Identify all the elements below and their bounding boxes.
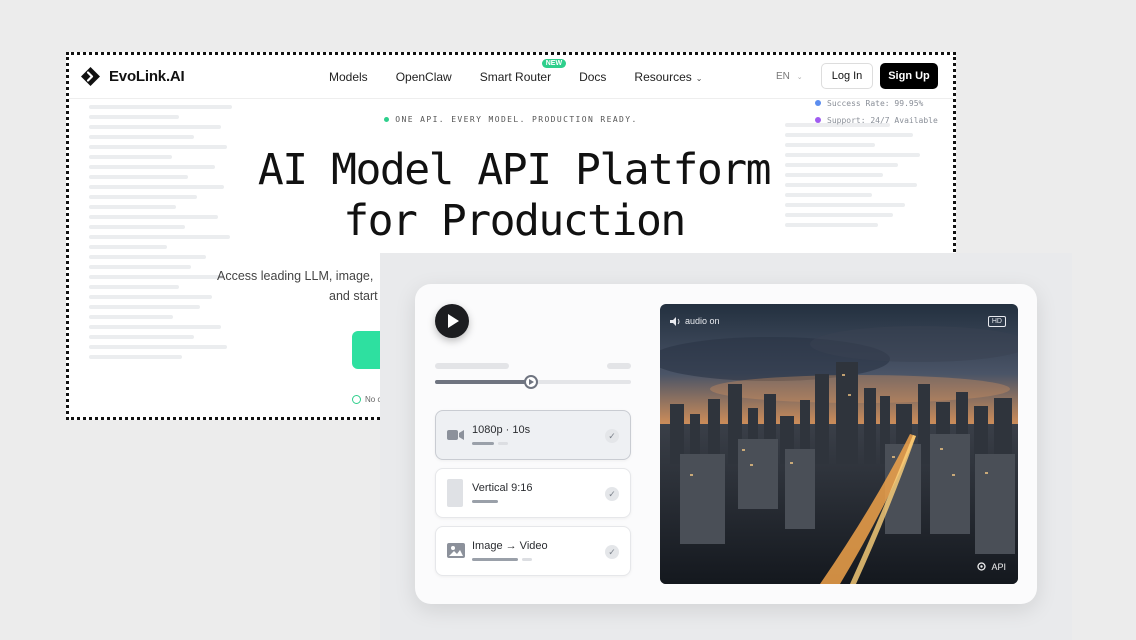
status-dot-icon [384,117,390,122]
api-label-group: API [976,561,1006,572]
login-button[interactable]: Log In [821,63,873,89]
audio-toggle[interactable]: audio on [670,316,720,326]
nav-item-models[interactable]: Models [329,70,368,84]
speaker-icon [670,316,680,326]
option-progress [472,500,498,503]
api-label: API [991,561,1006,572]
hd-badge: HD [987,316,1006,327]
city-skyline-image [660,304,1018,584]
top-navigation: EvoLink.AI Models OpenClaw Smart Router … [69,55,953,99]
status-dot-icon [815,100,821,106]
portrait-frame-icon [447,479,463,512]
option-image-to-video[interactable]: Image → Video ✓ [435,526,631,576]
option-progress-rest [522,558,532,561]
option-vertical[interactable]: Vertical 9:16 ✓ [435,468,631,518]
placeholder-bar [435,363,509,369]
success-rate: Success Rate: 99.95% [827,99,924,108]
signup-button[interactable]: Sign Up [880,63,938,89]
brand-name: EvoLink.AI [109,68,185,85]
hero-tagline: ONE API. EVERY MODEL. PRODUCTION READY. [69,115,953,124]
no-card-note: No c [352,395,381,404]
chevron-down-icon: ⌄ [796,74,803,81]
hero-title: AI Model API Platform for Production [69,145,953,247]
nav-item-resources[interactable]: Resources ⌄ [634,70,702,84]
audio-label: audio on [685,316,720,326]
option-label: 1080p · 10s [472,424,531,436]
option-label: Vertical 9:16 [472,482,533,494]
option-1080p[interactable]: 1080p · 10s ✓ [435,410,631,460]
option-label: Image → Video [472,540,548,552]
option-progress [472,558,518,561]
image-icon [447,543,465,563]
gear-icon [977,562,987,571]
language-label: EN [776,71,790,82]
nav-item-docs[interactable]: Docs [579,70,606,84]
nav-item-resources-label: Resources [634,70,692,84]
background-code-left [89,95,239,415]
video-camera-icon [447,428,465,447]
option-progress [472,442,494,445]
timeline-progress [435,380,532,384]
nav-item-openclaw[interactable]: OpenClaw [396,70,452,84]
tagline-text: ONE API. EVERY MODEL. PRODUCTION READY. [395,115,638,124]
video-generator-card: 1080p · 10s ✓ Vertical 9:16 ✓ Image → Vi… [415,284,1037,604]
no-card-text: No c [365,395,382,404]
check-icon: ✓ [605,545,619,559]
video-preview[interactable]: audio on HD API [660,304,1018,584]
slider-thumb[interactable] [524,375,539,389]
new-badge: NEW [541,59,567,68]
timeline-slider[interactable] [435,375,631,389]
hero-title-line1: AI Model API Platform [257,145,772,195]
brand-logo[interactable]: EvoLink.AI [80,66,185,87]
language-selector[interactable]: EN ⌄ [776,71,803,82]
option-progress-rest [498,442,508,445]
hero-subtitle-line1: Access leading LLM, image, [217,269,374,283]
play-button[interactable] [435,304,469,338]
main-menu: Models OpenClaw Smart Router NEW Docs Re… [329,59,730,84]
logo-icon [80,66,101,87]
chevron-down-icon: ⌄ [695,74,703,83]
placeholder-bar [607,363,631,369]
nav-item-smart-router[interactable]: Smart Router NEW [479,59,567,84]
hero-title-line2: for Production [343,196,686,246]
hero-subtitle-line2: and start [329,289,378,303]
check-icon: ✓ [605,487,619,501]
check-icon: ✓ [605,429,619,443]
nav-item-smart-router-label: Smart Router [479,70,552,84]
check-circle-icon [352,395,361,404]
